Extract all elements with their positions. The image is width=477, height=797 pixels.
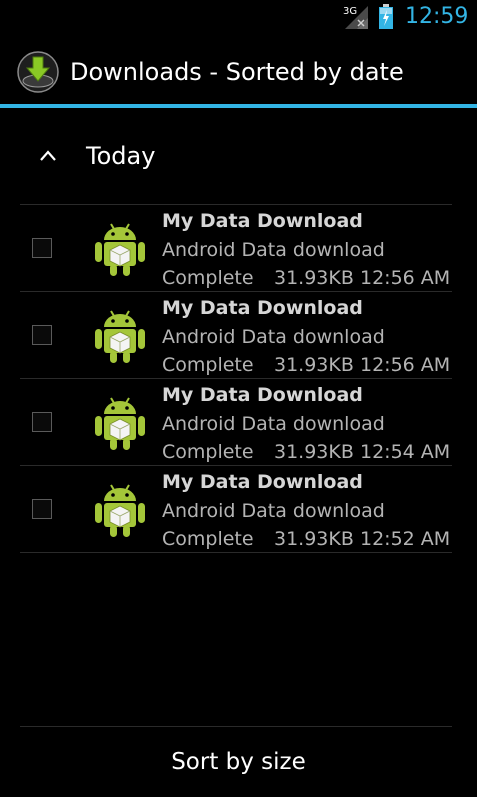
row-description: Android Data download [162,326,385,348]
row-title: My Data Download [162,210,363,232]
download-row[interactable]: My Data Download Android Data download C… [20,205,452,292]
row-checkbox[interactable] [32,325,52,345]
battery-icon [379,4,393,29]
android-package-icon [95,397,145,450]
row-time: 12:54 AM [357,440,451,464]
row-title: My Data Download [162,384,363,406]
android-package-icon [95,223,145,276]
row-time: 12:52 AM [357,527,451,551]
download-row[interactable]: My Data Download Android Data download C… [20,466,452,553]
row-status: Complete [162,267,254,289]
signal-icon: 3G [343,6,368,29]
row-status: Complete [162,441,254,463]
status-bar: 3G 12:59 [0,0,477,36]
row-checkbox[interactable] [32,499,52,519]
row-description: Android Data download [162,413,385,435]
row-status: Complete [162,528,254,550]
download-row[interactable]: My Data Download Android Data download C… [20,379,452,466]
android-package-icon [95,484,145,537]
action-bar-divider [0,104,477,108]
row-time: 12:56 AM [357,353,451,377]
row-description: Android Data download [162,239,385,261]
network-type-label: 3G [343,6,357,17]
download-arrow-icon[interactable] [17,51,59,93]
download-row[interactable]: My Data Download Android Data download C… [20,292,452,379]
row-size: 31.93KB [274,441,354,463]
download-list: My Data Download Android Data download C… [20,204,452,553]
row-title: My Data Download [162,471,363,493]
row-status: Complete [162,354,254,376]
row-description: Android Data download [162,500,385,522]
group-title: Today [86,142,156,170]
action-bar: Downloads - Sorted by date [0,36,477,104]
row-checkbox[interactable] [32,238,52,258]
row-checkbox[interactable] [32,412,52,432]
group-header-today[interactable]: Today [20,130,452,186]
row-time: 12:56 AM [357,266,451,290]
row-size: 31.93KB [274,267,354,289]
chevron-up-icon [40,150,56,161]
row-title: My Data Download [162,297,363,319]
page-title: Downloads - Sorted by date [70,58,404,86]
sort-by-size-button[interactable]: Sort by size [0,727,477,797]
android-package-icon [95,310,145,363]
status-clock: 12:59 [405,4,469,29]
row-size: 31.93KB [274,354,354,376]
row-size: 31.93KB [274,528,354,550]
